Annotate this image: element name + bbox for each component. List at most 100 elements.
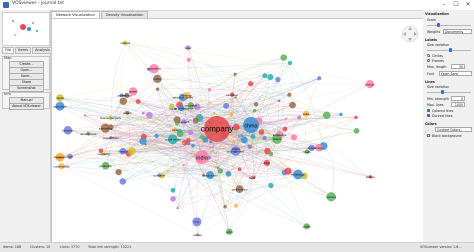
network-node[interactable] — [170, 196, 176, 202]
network-node[interactable] — [290, 134, 298, 141]
network-node[interactable] — [287, 92, 292, 97]
network-graph[interactable]: company china india pulses development market… — [52, 19, 423, 243]
network-node[interactable] — [186, 138, 191, 143]
network-node[interactable] — [250, 134, 256, 140]
max-lines-input[interactable]: 1000 — [451, 102, 465, 107]
network-node[interactable] — [251, 145, 255, 148]
network-node[interactable] — [285, 117, 288, 120]
network-node[interactable] — [217, 168, 224, 174]
network-node[interactable] — [237, 134, 241, 138]
network-node[interactable] — [186, 57, 191, 62]
network-node[interactable] — [252, 108, 257, 113]
network-node[interactable] — [223, 205, 227, 209]
tab-items[interactable]: Items — [15, 47, 32, 54]
network-node[interactable] — [192, 117, 199, 124]
network-node[interactable] — [141, 111, 145, 115]
network-node[interactable] — [248, 81, 254, 87]
network-node[interactable] — [268, 182, 274, 189]
colored-lines-checkbox[interactable] — [427, 109, 430, 112]
network-node[interactable] — [258, 129, 265, 135]
network-node[interactable] — [182, 163, 185, 167]
network-node[interactable] — [199, 134, 205, 140]
network-node[interactable] — [154, 133, 159, 138]
network-node[interactable] — [237, 167, 242, 172]
circles-radio[interactable] — [427, 54, 430, 57]
network-node[interactable] — [229, 112, 234, 117]
about-button[interactable]: About VOSviewer — [9, 103, 44, 110]
network-node[interactable] — [191, 144, 195, 148]
minimize-icon[interactable]: – — [438, 0, 450, 10]
network-node[interactable] — [280, 54, 288, 61]
network-node[interactable] — [216, 166, 220, 170]
network-node[interactable] — [322, 111, 331, 120]
network-node[interactable] — [115, 168, 122, 176]
network-node[interactable] — [339, 112, 343, 117]
curved-lines-checkbox[interactable] — [427, 114, 430, 117]
network-node[interactable] — [182, 142, 185, 145]
network-node[interactable] — [155, 87, 160, 91]
min-strength-input[interactable]: 0 — [451, 96, 465, 101]
label-size-knob[interactable] — [449, 48, 452, 52]
network-node[interactable] — [277, 99, 281, 103]
network-node[interactable] — [253, 102, 259, 107]
network-node[interactable] — [188, 130, 194, 136]
network-node[interactable] — [233, 203, 239, 208]
network-node[interactable] — [176, 207, 179, 210]
network-node[interactable] — [282, 126, 288, 132]
network-node[interactable] — [287, 60, 293, 66]
close-icon[interactable]: ✕ — [462, 0, 474, 10]
network-node[interactable] — [275, 76, 281, 83]
network-node[interactable] — [240, 136, 248, 144]
tab-network-visualization[interactable]: Network Visualization — [51, 11, 100, 18]
network-node[interactable] — [262, 73, 268, 79]
font-select[interactable]: Open Sans — [439, 71, 472, 76]
scale-slider-knob[interactable] — [437, 23, 440, 27]
network-node[interactable] — [354, 115, 358, 120]
network-node[interactable] — [208, 101, 211, 104]
network-node[interactable] — [135, 99, 141, 105]
scale-slider[interactable] — [427, 25, 471, 26]
frames-radio[interactable] — [427, 59, 430, 62]
network-node[interactable] — [231, 140, 236, 144]
network-canvas[interactable]: company china india pulses development market… — [51, 18, 424, 244]
network-node[interactable] — [289, 101, 296, 109]
network-node[interactable] — [83, 114, 87, 117]
line-size-slider[interactable] — [427, 92, 471, 93]
network-node[interactable] — [119, 97, 128, 105]
network-node[interactable] — [209, 140, 213, 144]
network-node[interactable] — [223, 102, 230, 109]
network-node[interactable] — [146, 111, 153, 119]
network-node[interactable] — [297, 115, 302, 120]
network-node[interactable] — [166, 169, 169, 173]
network-node[interactable] — [207, 88, 212, 92]
overview-thumbnail[interactable] — [2, 12, 50, 46]
network-node[interactable] — [200, 119, 203, 122]
network-node[interactable] — [232, 123, 240, 131]
network-node[interactable] — [170, 187, 176, 193]
line-size-knob[interactable] — [441, 90, 444, 94]
network-node[interactable] — [267, 74, 274, 81]
network-node[interactable] — [317, 76, 322, 81]
screenshot-button[interactable]: Screenshot — [9, 85, 44, 92]
zoom-pan-control[interactable] — [401, 25, 419, 43]
network-node[interactable] — [240, 134, 244, 138]
network-node[interactable] — [214, 165, 217, 169]
network-node[interactable] — [177, 128, 182, 134]
custom-colors-button[interactable]: Custom Colors... — [435, 127, 472, 132]
network-node[interactable] — [268, 151, 274, 157]
network-node[interactable] — [247, 144, 253, 150]
network-node[interactable] — [225, 171, 232, 177]
weights-select[interactable]: Documents — [443, 29, 472, 34]
maximize-icon[interactable]: ☐ — [450, 0, 462, 10]
network-node[interactable] — [119, 178, 127, 185]
tab-analysis[interactable]: Analysis — [32, 47, 53, 54]
network-node[interactable] — [262, 136, 267, 141]
network-node[interactable] — [212, 111, 216, 115]
network-node[interactable] — [353, 128, 360, 134]
tab-file[interactable]: File — [2, 47, 15, 54]
network-node[interactable] — [233, 72, 237, 76]
tab-density-visualization[interactable]: Density Visualization — [100, 11, 149, 18]
network-node[interactable] — [127, 147, 136, 156]
max-length-input[interactable]: 30 — [451, 64, 465, 69]
black-background-checkbox[interactable] — [427, 134, 430, 137]
